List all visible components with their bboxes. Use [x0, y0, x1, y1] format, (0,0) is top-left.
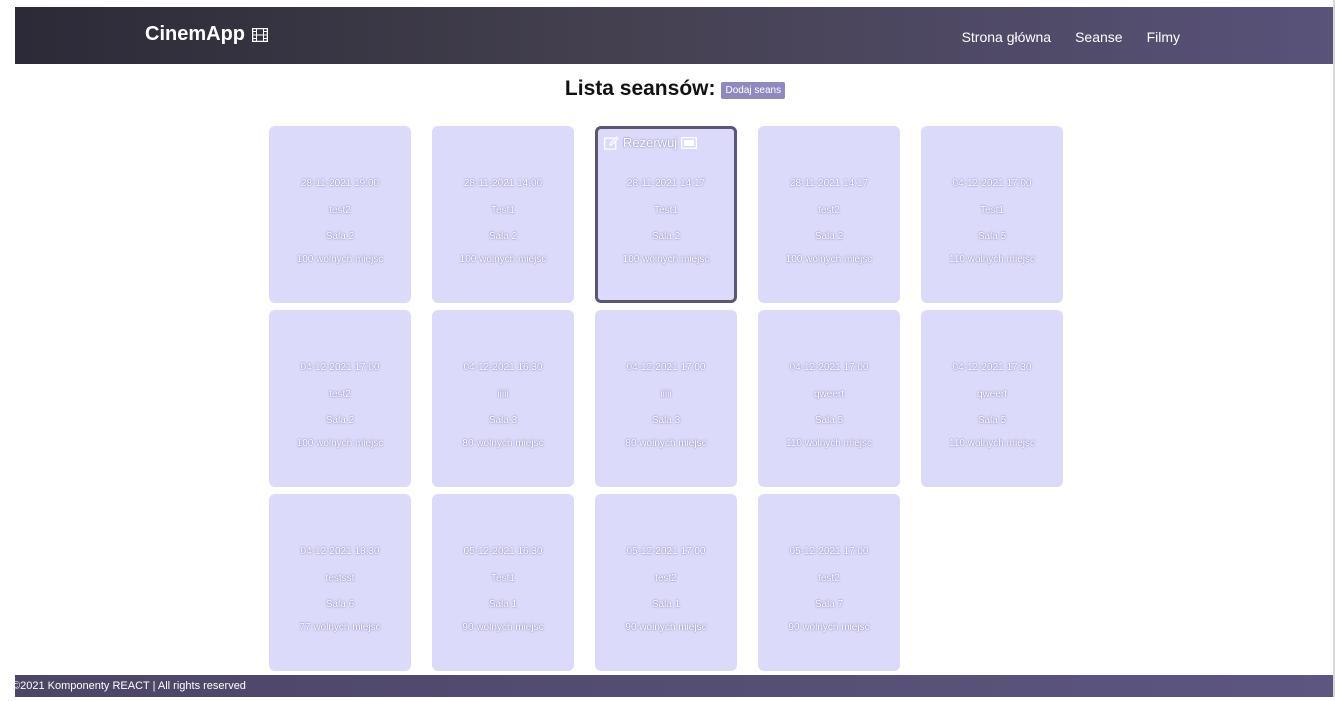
navbar: CinemApp Strona główna Seanse Filmy — [15, 7, 1335, 64]
screening-room: Sala 2 — [814, 231, 844, 242]
screening-title: test2 — [329, 389, 351, 400]
page-title: Lista seansów: — [564, 77, 716, 100]
screening-datetime: 04-12-2021 17:00 — [952, 178, 1032, 189]
screening-seats: 100 wolnych miejsc — [296, 254, 384, 265]
screening-room: Sala 2 — [488, 231, 518, 242]
ticket-icon[interactable] — [681, 136, 698, 149]
screening-datetime: 28-11-2021 14:17 — [626, 178, 706, 189]
page: CinemApp Strona główna Seanse Filmy List… — [12, 7, 1335, 697]
screening-card[interactable]: 04-12-2021 17:00 Test1 Sala 5 110 wolnyc… — [921, 126, 1063, 303]
screening-seats: 80 wolnych miejsc — [462, 438, 544, 449]
screening-room: Sala 1 — [488, 599, 518, 610]
screening-room: Sala 2 — [325, 231, 355, 242]
screening-card[interactable]: 04-12-2021 17:00 iiiii Sala 3 80 wolnych… — [595, 310, 737, 487]
screening-card[interactable]: 04-12-2021 17:00 test2 Sala 2 100 wolnyc… — [269, 310, 411, 487]
screening-datetime: 28-11-2021 19:00 — [300, 178, 380, 189]
screening-title: test2 — [329, 205, 351, 216]
screening-room: Sala 5 — [814, 415, 844, 426]
screening-title: Test1 — [491, 205, 515, 216]
footer: ©2021 Komponenty REACT | All rights rese… — [12, 675, 1335, 697]
screening-seats: 100 wolnych miejsc — [296, 438, 384, 449]
screening-seats: 90 wolnych miejsc — [462, 622, 544, 633]
nav-link-home[interactable]: Strona główna — [962, 29, 1052, 45]
screening-title: Test1 — [980, 205, 1004, 216]
screening-room: Sala 7 — [814, 599, 844, 610]
screening-card[interactable]: 04-12-2021 17:00 qweert Sala 5 110 wolny… — [758, 310, 900, 487]
screening-datetime: 04-12-2021 17:00 — [626, 362, 706, 373]
screening-datetime: 05-12-2021 17:00 — [789, 546, 869, 557]
screening-card[interactable]: 05-12-2021 17:00 test2 Sala 1 90 wolnych… — [595, 494, 737, 671]
screening-title: iiiii — [497, 389, 509, 400]
screening-room: Sala 1 — [651, 599, 681, 610]
screening-seats: 80 wolnych miejsc — [625, 438, 707, 449]
screening-card[interactable]: 28-11-2021 19:00 test2 Sala 2 100 wolnyc… — [269, 126, 411, 303]
film-icon — [252, 27, 268, 42]
screening-seats: 110 wolnych miejsc — [949, 254, 1035, 265]
screening-seats: 110 wolnych miejsc — [949, 438, 1035, 449]
screening-datetime: 04-12-2021 16:30 — [463, 362, 543, 373]
brand-name: CinemApp — [145, 23, 245, 45]
screening-card[interactable]: 28-11-2021 14:17 test2 Sala 2 100 wolnyc… — [758, 126, 900, 303]
screening-title: test2 — [818, 205, 840, 216]
screening-card[interactable]: 28-11-2021 14:00 Test1 Sala 2 100 wolnyc… — [432, 126, 574, 303]
screening-datetime: 05-12-2021 16:30 — [463, 546, 543, 557]
screening-datetime: 05-12-2021 17:00 — [626, 546, 706, 557]
screening-room: Sala 2 — [651, 231, 681, 242]
edit-icon[interactable] — [604, 135, 619, 150]
reserve-link[interactable]: Rezerwuj — [623, 135, 677, 150]
screening-title: testsst — [325, 573, 355, 584]
screening-title: Test1 — [654, 205, 678, 216]
screenings-grid: 28-11-2021 19:00 test2 Sala 2 100 wolnyc… — [269, 126, 1063, 671]
screening-room: Sala 5 — [977, 231, 1007, 242]
screening-datetime: 04-12-2021 18:30 — [300, 546, 380, 557]
screening-title: Test1 — [491, 573, 515, 584]
screening-datetime: 04-12-2021 17:00 — [300, 362, 380, 373]
nav-links: Strona główna Seanse Filmy — [962, 29, 1180, 45]
screening-seats: 100 wolnych miejsc — [622, 254, 710, 265]
page-heading: Lista seansów: Dodaj seans — [15, 77, 1335, 101]
screening-room: Sala 6 — [325, 599, 355, 610]
nav-link-movies[interactable]: Filmy — [1147, 29, 1180, 45]
screening-datetime: 04-12-2021 17:30 — [952, 362, 1032, 373]
screening-room: Sala 3 — [651, 415, 681, 426]
screening-title: qweert — [976, 389, 1007, 400]
screening-card-hovered[interactable]: Rezerwuj 28-11-2021 14:17 Test1 Sala 2 1… — [595, 126, 737, 303]
screening-title: qweert — [813, 389, 844, 400]
screening-room: Sala 2 — [325, 415, 355, 426]
screening-datetime: 28-11-2021 14:17 — [789, 178, 869, 189]
screening-seats: 100 wolnych miejsc — [785, 254, 873, 265]
screening-datetime: 28-11-2021 14:00 — [463, 178, 543, 189]
nav-link-screenings[interactable]: Seanse — [1075, 29, 1122, 45]
screening-room: Sala 5 — [977, 415, 1007, 426]
screening-seats: 77 wolnych miejsc — [299, 622, 381, 633]
screening-seats: 100 wolnych miejsc — [459, 254, 547, 265]
screening-title: iiiii — [660, 389, 672, 400]
screening-seats: 110 wolnych miejsc — [786, 438, 872, 449]
screening-seats: 90 wolnych miejsc — [625, 622, 707, 633]
screening-datetime: 04-12-2021 17:00 — [789, 362, 869, 373]
screening-title: test2 — [655, 573, 677, 584]
screening-room: Sala 3 — [488, 415, 518, 426]
brand-logo[interactable]: CinemApp — [145, 23, 268, 46]
screening-title: test2 — [818, 573, 840, 584]
screening-seats: 90 wolnych miejsc — [788, 622, 870, 633]
screening-card[interactable]: 04-12-2021 17:30 qweert Sala 5 110 wolny… — [921, 310, 1063, 487]
screening-card[interactable]: 04-12-2021 18:30 testsst Sala 6 77 wolny… — [269, 494, 411, 671]
card-actions: Rezerwuj — [604, 135, 698, 150]
screening-card[interactable]: 05-12-2021 17:00 test2 Sala 7 90 wolnych… — [758, 494, 900, 671]
add-screening-button[interactable]: Dodaj seans — [721, 82, 786, 99]
screening-card[interactable]: 04-12-2021 16:30 iiiii Sala 3 80 wolnych… — [432, 310, 574, 487]
screening-card[interactable]: 05-12-2021 16:30 Test1 Sala 1 90 wolnych… — [432, 494, 574, 671]
